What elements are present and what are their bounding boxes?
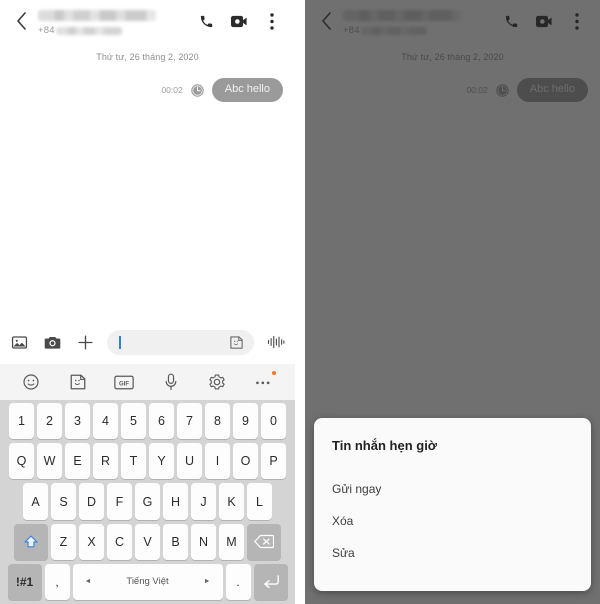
phone-number-redacted [55,26,122,35]
key-5[interactable]: 5 [121,403,146,440]
key-3[interactable]: 3 [65,403,90,440]
country-code: +84 [38,25,55,36]
keyboard-row-zxcv: Z X C V B N M [2,523,293,560]
key-a[interactable]: A [23,483,48,520]
key-i[interactable]: I [205,443,230,480]
key-u[interactable]: U [177,443,202,480]
keyboard-row-bottom: !#1 , ◄ Tiếng Việt ► . [2,563,293,601]
virtual-keyboard: 1 2 3 4 5 6 7 8 9 0 Q W E R T Y U I O P … [0,400,295,604]
key-x[interactable]: X [79,523,104,560]
gif-icon[interactable]: GIF [111,369,137,395]
key-w[interactable]: W [37,443,62,480]
key-6[interactable]: 6 [149,403,174,440]
key-9[interactable]: 9 [233,403,258,440]
emoji-icon[interactable] [18,369,44,395]
dialog-option-edit[interactable]: Sửa [332,537,573,569]
text-caret [119,335,121,349]
key-comma[interactable]: , [44,563,70,601]
scheduled-message-dialog: Tin nhắn hẹn giờ Gửi ngay Xóa Sửa [314,418,591,591]
space-key[interactable]: ◄ Tiếng Việt ► [72,563,223,601]
backspace-icon[interactable] [247,523,281,560]
space-key-label: Tiếng Việt [126,576,169,588]
key-1[interactable]: 1 [9,403,34,440]
sticker-icon[interactable] [227,333,245,351]
panel-divider [295,0,305,604]
left-phone-screen: +84 Thứ tư, 26 tháng 2, 2020 00:02 Abc h… [0,0,295,604]
key-q[interactable]: Q [9,443,34,480]
message-bubble[interactable]: Abc hello [211,78,283,102]
key-r[interactable]: R [93,443,118,480]
contact-title-block[interactable]: +84 [34,6,195,36]
notification-badge [271,371,276,375]
contact-name-redacted [38,10,156,21]
plus-icon[interactable] [74,331,96,353]
message-composer [0,322,295,362]
symbols-key[interactable]: !#1 [7,563,42,601]
key-f[interactable]: F [107,483,132,520]
key-k[interactable]: K [219,483,244,520]
audio-waveform-icon[interactable] [265,331,287,353]
overflow-menu-icon[interactable] [261,10,283,32]
dialog-option-send-now[interactable]: Gửi ngay [332,473,573,505]
key-8[interactable]: 8 [205,403,230,440]
clock-icon [189,82,206,99]
key-0[interactable]: 0 [261,403,286,440]
key-z[interactable]: Z [51,523,76,560]
conversation-appbar: +84 [0,0,295,44]
video-call-icon[interactable] [228,10,250,32]
key-m[interactable]: M [219,523,244,560]
key-b[interactable]: B [163,523,188,560]
key-g[interactable]: G [135,483,160,520]
contact-number-line: +84 [38,25,195,36]
right-phone-screen: +84 Thứ tư, 26 tháng 2, 2020 00:02 [305,0,600,604]
key-c[interactable]: C [107,523,132,560]
microphone-icon[interactable] [158,369,184,395]
shift-arrow-icon[interactable] [14,523,48,560]
key-l[interactable]: L [247,483,272,520]
prev-language-icon[interactable]: ◄ [85,578,92,585]
next-language-icon[interactable]: ► [204,578,211,585]
key-n[interactable]: N [191,523,216,560]
key-v[interactable]: V [135,523,160,560]
message-row: 00:02 Abc hello [12,78,283,102]
message-thread: Thứ tư, 26 tháng 2, 2020 00:02 Abc hello [0,52,295,324]
dialog-title: Tin nhắn hẹn giờ [332,438,438,453]
svg-text:GIF: GIF [119,381,129,387]
key-p[interactable]: P [261,443,286,480]
keyboard-row-asdf: A S D F G H J K L [2,483,293,520]
image-icon[interactable] [8,331,30,353]
enter-return-icon[interactable] [253,563,288,601]
back-arrow-icon[interactable] [8,6,34,36]
key-h[interactable]: H [163,483,188,520]
key-t[interactable]: T [121,443,146,480]
phone-icon[interactable] [195,10,217,32]
message-input[interactable] [107,329,254,355]
key-4[interactable]: 4 [93,403,118,440]
keyboard-quick-row: GIF [0,364,295,400]
key-d[interactable]: D [79,483,104,520]
key-o[interactable]: O [233,443,258,480]
key-j[interactable]: J [191,483,216,520]
sticker-icon[interactable] [65,369,91,395]
key-7[interactable]: 7 [177,403,202,440]
dual-screenshot-stage: +84 Thứ tư, 26 tháng 2, 2020 00:02 Abc h… [0,0,600,604]
message-timestamp: 00:02 [161,85,183,95]
key-2[interactable]: 2 [37,403,62,440]
key-e[interactable]: E [65,443,90,480]
camera-icon[interactable] [41,331,63,353]
key-s[interactable]: S [51,483,76,520]
keyboard-row-numbers: 1 2 3 4 5 6 7 8 9 0 [2,403,293,440]
more-options-icon[interactable] [251,369,277,395]
appbar-actions [195,6,285,32]
key-y[interactable]: Y [149,443,174,480]
key-period[interactable]: . [225,563,251,601]
settings-gear-icon[interactable] [204,369,230,395]
keyboard-row-qwerty: Q W E R T Y U I O P [2,443,293,480]
dialog-option-delete[interactable]: Xóa [332,505,573,537]
date-separator: Thứ tư, 26 tháng 2, 2020 [96,52,199,62]
